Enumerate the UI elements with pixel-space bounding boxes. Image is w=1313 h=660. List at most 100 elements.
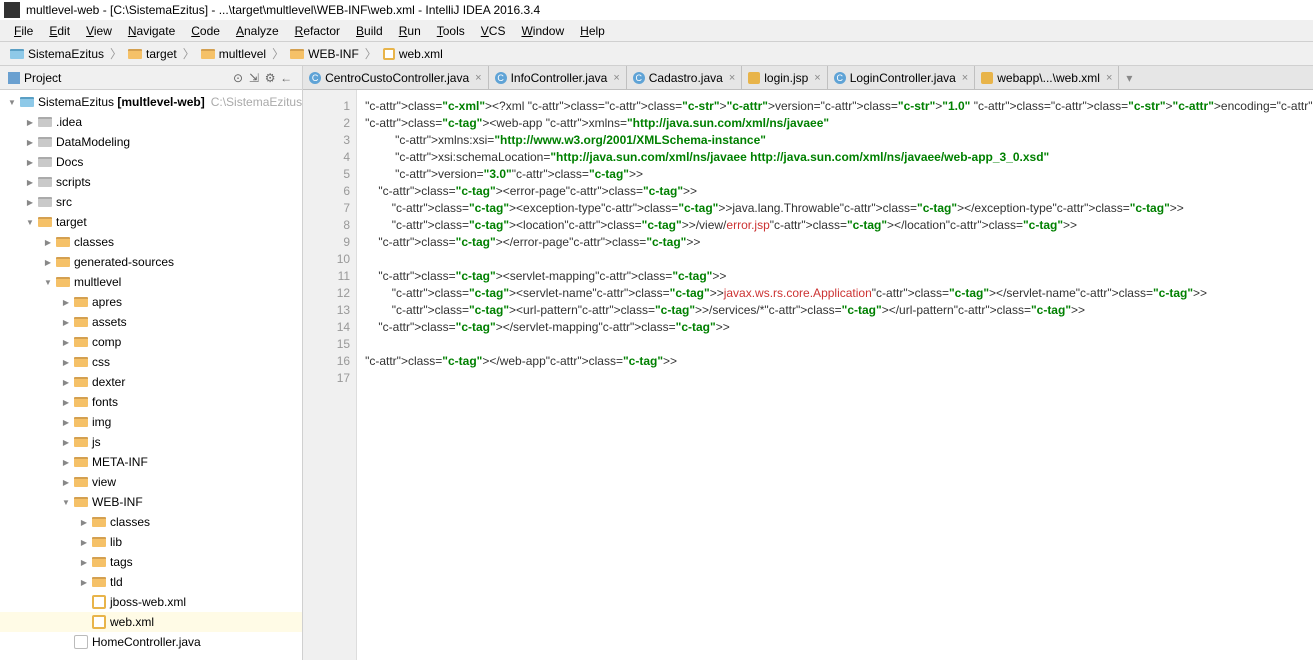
chevron-down-icon[interactable] — [42, 277, 54, 288]
chevron-right-icon: 〉 — [272, 45, 284, 62]
tree-row[interactable]: classes — [0, 232, 302, 252]
tree-row[interactable]: dexter — [0, 372, 302, 392]
tree-row[interactable]: DataModeling — [0, 132, 302, 152]
chevron-right-icon[interactable] — [42, 237, 54, 248]
window-title: multlevel-web - [C:\SistemaEzitus] - ...… — [26, 3, 540, 17]
tree-row[interactable]: css — [0, 352, 302, 372]
editor-tab[interactable]: webapp\...\web.xml× — [975, 66, 1119, 89]
menu-navigate[interactable]: Navigate — [120, 22, 183, 40]
editor-tab[interactable]: Cadastro.java× — [627, 66, 742, 89]
chevron-down-icon[interactable] — [6, 97, 18, 108]
chevron-right-icon[interactable] — [78, 577, 90, 588]
crumb-web-inf[interactable]: WEB-INF — [286, 47, 363, 61]
tree-row[interactable]: HomeController.java — [0, 632, 302, 652]
tree-row[interactable]: META-INF — [0, 452, 302, 472]
chevron-right-icon[interactable] — [78, 537, 90, 548]
close-icon[interactable]: × — [1106, 72, 1112, 84]
jsp-file-icon — [748, 72, 760, 84]
chevron-right-icon[interactable] — [60, 297, 72, 308]
tree-row[interactable]: apres — [0, 292, 302, 312]
close-icon[interactable]: × — [613, 72, 619, 84]
close-icon[interactable]: × — [729, 72, 735, 84]
tree-row[interactable]: classes — [0, 512, 302, 532]
folder-icon — [128, 49, 142, 59]
menu-run[interactable]: Run — [391, 22, 429, 40]
tree-row[interactable]: comp — [0, 332, 302, 352]
settings-icon[interactable]: ⚙ — [262, 71, 278, 85]
tab-overflow-icon[interactable]: ▾ — [1119, 66, 1139, 89]
chevron-right-icon[interactable] — [60, 477, 72, 488]
chevron-right-icon[interactable] — [24, 117, 36, 128]
editor-tabs: CentroCustoController.java×InfoControlle… — [303, 66, 1313, 90]
tree-row[interactable]: multlevel — [0, 272, 302, 292]
chevron-right-icon[interactable] — [24, 177, 36, 188]
chevron-right-icon[interactable] — [60, 397, 72, 408]
menu-code[interactable]: Code — [183, 22, 228, 40]
menu-help[interactable]: Help — [572, 22, 613, 40]
chevron-right-icon[interactable] — [60, 437, 72, 448]
menu-build[interactable]: Build — [348, 22, 391, 40]
close-icon[interactable]: × — [475, 72, 481, 84]
chevron-right-icon[interactable] — [60, 337, 72, 348]
chevron-down-icon[interactable] — [60, 497, 72, 508]
chevron-right-icon[interactable] — [60, 317, 72, 328]
tree-label: css — [92, 355, 110, 369]
chevron-down-icon[interactable] — [24, 217, 36, 228]
tree-row[interactable]: tags — [0, 552, 302, 572]
crumb-multlevel[interactable]: multlevel — [197, 47, 270, 61]
menu-analyze[interactable]: Analyze — [228, 22, 287, 40]
tree-row[interactable]: .idea — [0, 112, 302, 132]
menu-window[interactable]: Window — [513, 22, 572, 40]
menu-refactor[interactable]: Refactor — [287, 22, 348, 40]
tree-row[interactable]: generated-sources — [0, 252, 302, 272]
menu-view[interactable]: View — [78, 22, 120, 40]
chevron-right-icon[interactable] — [60, 457, 72, 468]
crumb-sistemaezitus[interactable]: SistemaEzitus — [6, 47, 108, 61]
collapse-icon[interactable]: ← — [278, 71, 294, 85]
expand-icon[interactable]: ⇲ — [246, 71, 262, 85]
crumb-target[interactable]: target — [124, 47, 181, 61]
tree-label: comp — [92, 335, 121, 349]
close-icon[interactable]: × — [962, 72, 968, 84]
tree-row[interactable]: target — [0, 212, 302, 232]
tree-row[interactable]: jboss-web.xml — [0, 592, 302, 612]
chevron-right-icon[interactable] — [42, 257, 54, 268]
menu-edit[interactable]: Edit — [41, 22, 78, 40]
tree-row[interactable]: lib — [0, 532, 302, 552]
tree-row[interactable]: assets — [0, 312, 302, 332]
chevron-right-icon[interactable] — [78, 517, 90, 528]
crumb-web.xml[interactable]: web.xml — [379, 47, 447, 61]
chevron-right-icon[interactable] — [24, 137, 36, 148]
scroll-to-source-icon[interactable]: ⊙ — [230, 71, 246, 85]
menu-tools[interactable]: Tools — [429, 22, 473, 40]
tree-row[interactable]: view — [0, 472, 302, 492]
tree-row[interactable]: Docs — [0, 152, 302, 172]
tree-row[interactable]: SistemaEzitus [multlevel-web]C:\SistemaE… — [0, 92, 302, 112]
tree-row[interactable]: scripts — [0, 172, 302, 192]
tree-row[interactable]: src — [0, 192, 302, 212]
project-tree[interactable]: SistemaEzitus [multlevel-web]C:\SistemaE… — [0, 90, 302, 660]
tree-row[interactable]: web.xml — [0, 612, 302, 632]
code-editor[interactable]: "c-attr">class="c-xml"><?xml "c-attr">cl… — [357, 90, 1313, 660]
editor-tab[interactable]: login.jsp× — [742, 66, 827, 89]
menu-file[interactable]: File — [6, 22, 41, 40]
chevron-right-icon[interactable] — [78, 557, 90, 568]
chevron-right-icon[interactable] — [24, 197, 36, 208]
editor-tab[interactable]: LoginController.java× — [828, 66, 976, 89]
folder-icon — [38, 137, 52, 147]
chevron-right-icon[interactable] — [60, 377, 72, 388]
editor-tab[interactable]: InfoController.java× — [489, 66, 627, 89]
chevron-right-icon[interactable] — [24, 157, 36, 168]
chevron-right-icon[interactable] — [60, 417, 72, 428]
tree-label: WEB-INF — [92, 495, 143, 509]
close-icon[interactable]: × — [814, 72, 820, 84]
editor-tab[interactable]: CentroCustoController.java× — [303, 66, 489, 89]
menu-vcs[interactable]: VCS — [473, 22, 514, 40]
tree-row[interactable]: img — [0, 412, 302, 432]
tree-row[interactable]: WEB-INF — [0, 492, 302, 512]
tree-row[interactable]: tld — [0, 572, 302, 592]
tree-row[interactable]: fonts — [0, 392, 302, 412]
tree-row[interactable]: js — [0, 432, 302, 452]
chevron-right-icon[interactable] — [60, 357, 72, 368]
xml-file-icon — [981, 72, 993, 84]
